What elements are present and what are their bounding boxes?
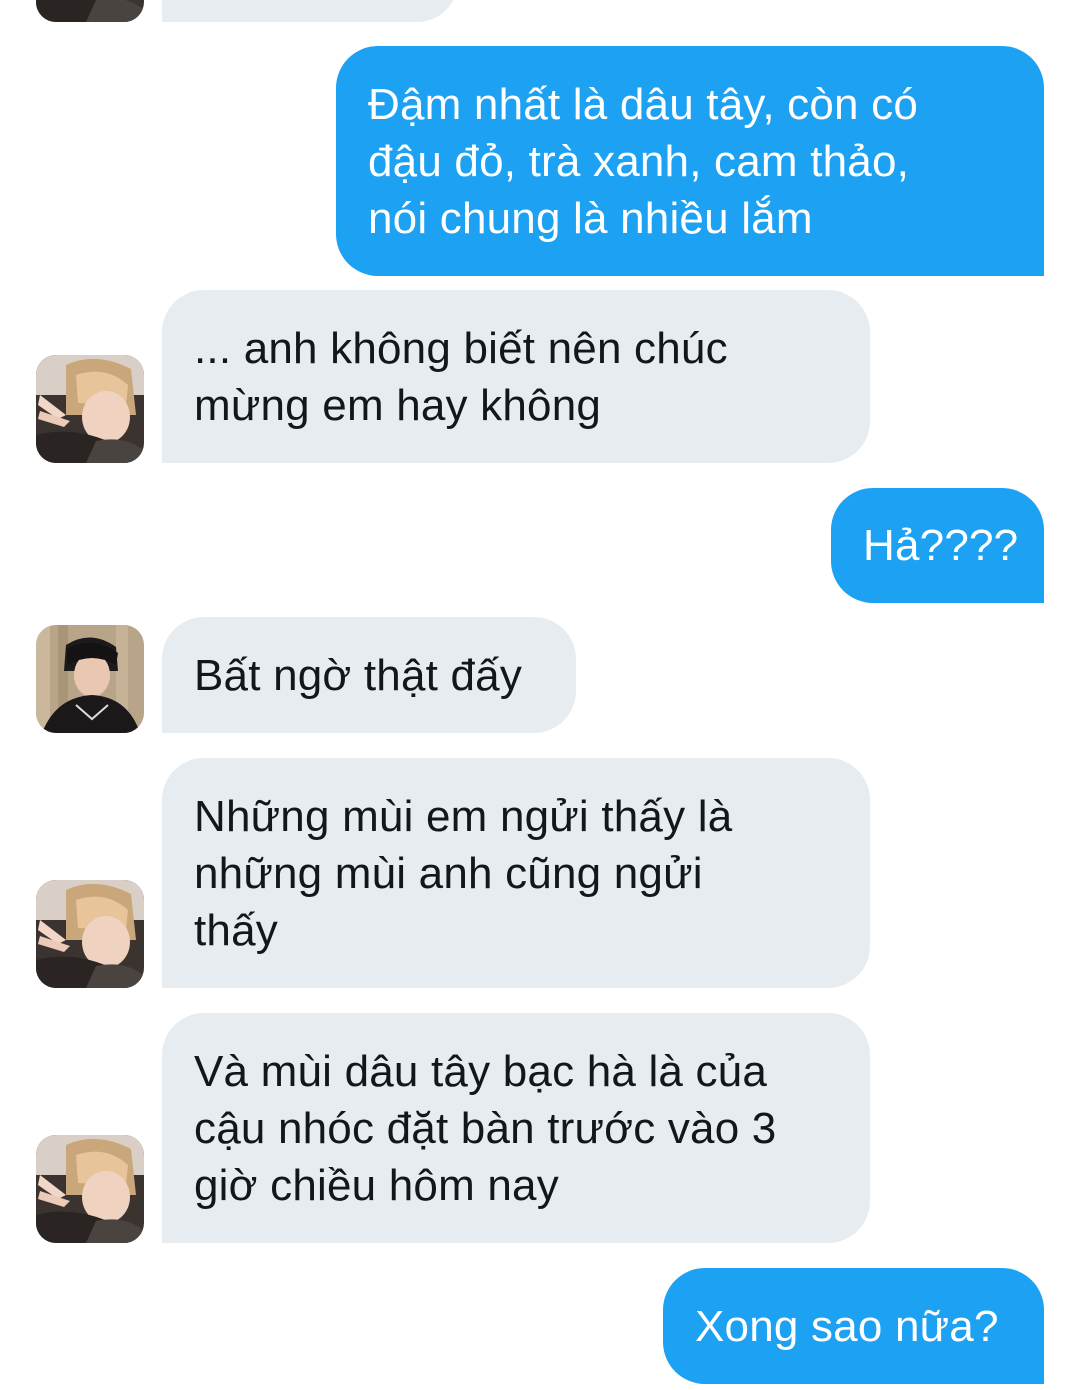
message-text: Bất ngờ thật đấy [194, 650, 523, 700]
message-bubble-incoming[interactable] [162, 0, 458, 22]
message-text: ... anh không biết nên chúc mừng em hay … [194, 323, 728, 430]
avatar-dark[interactable] [36, 625, 144, 733]
message-bubble-incoming[interactable]: Và mùi dâu tây bạc hà là của cậu nhóc đặ… [162, 1013, 870, 1243]
avatar-blond[interactable] [36, 880, 144, 988]
message-bubble-incoming[interactable]: Bất ngờ thật đấy [162, 617, 576, 733]
avatar-blond[interactable] [36, 355, 144, 463]
avatar-blond[interactable] [36, 0, 144, 22]
avatar-blond[interactable] [36, 1135, 144, 1243]
message-text: Xong sao nữa? [695, 1301, 999, 1351]
message-text: Hả???? [863, 521, 1019, 570]
message-bubble-outgoing[interactable]: Xong sao nữa? [663, 1268, 1044, 1384]
message-bubble-incoming[interactable]: ... anh không biết nên chúc mừng em hay … [162, 290, 870, 463]
message-text: Và mùi dâu tây bạc hà là của cậu nhóc đặ… [194, 1046, 777, 1210]
message-bubble-incoming[interactable]: Những mùi em ngửi thấy là những mùi anh … [162, 758, 870, 988]
message-bubble-outgoing[interactable]: Đậm nhất là dâu tây, còn có đậu đỏ, trà … [336, 46, 1044, 276]
message-text: Đậm nhất là dâu tây, còn có đậu đỏ, trà … [368, 79, 919, 243]
message-text: Những mùi em ngửi thấy là những mùi anh … [194, 791, 733, 955]
message-bubble-outgoing[interactable]: Hả???? [831, 488, 1044, 603]
